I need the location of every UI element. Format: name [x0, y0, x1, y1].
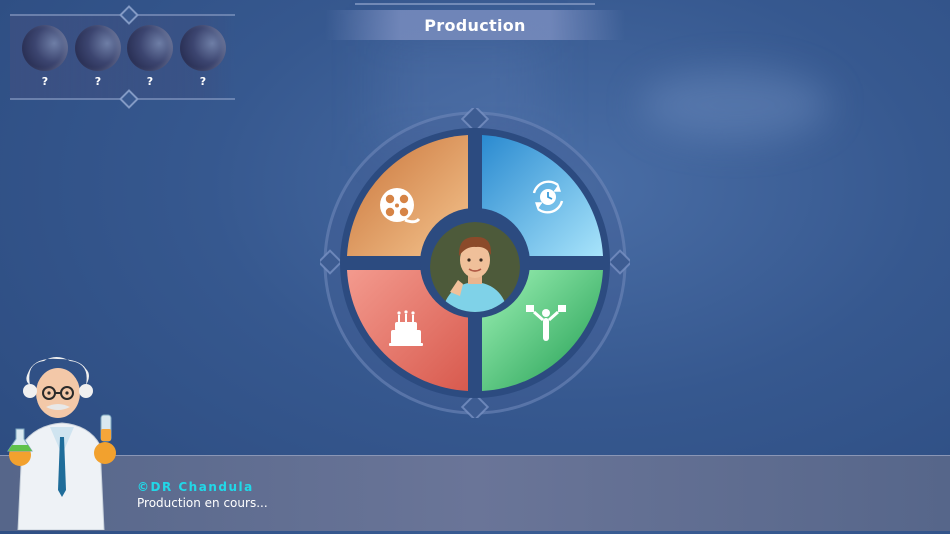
- ornament-icon: [119, 5, 139, 25]
- player-slot-label: ?: [41, 75, 49, 88]
- avatar: [127, 25, 173, 71]
- avatar: [75, 25, 121, 71]
- player-slot-label: ?: [199, 75, 207, 88]
- dialog-speaker: ©DR Chandula: [137, 480, 254, 494]
- player-avatar: [430, 222, 520, 312]
- player-slots-panel: ? ? ? ?: [10, 5, 235, 109]
- ornament-icon: [119, 89, 139, 109]
- avatar: [180, 25, 226, 71]
- player-slot[interactable]: ?: [180, 25, 226, 88]
- player-slot-label: ?: [94, 75, 102, 88]
- player-slot[interactable]: ?: [75, 25, 121, 88]
- page-title: Production: [424, 15, 526, 35]
- player-slot[interactable]: ?: [22, 25, 68, 88]
- scientist-character: [0, 355, 125, 531]
- player-slot[interactable]: ?: [127, 25, 173, 88]
- background-glow: [640, 70, 830, 140]
- player-slot-label: ?: [146, 75, 154, 88]
- dialog-message: Production en cours...: [137, 496, 268, 510]
- title-banner: Production: [325, 3, 625, 40]
- avatar: [22, 25, 68, 71]
